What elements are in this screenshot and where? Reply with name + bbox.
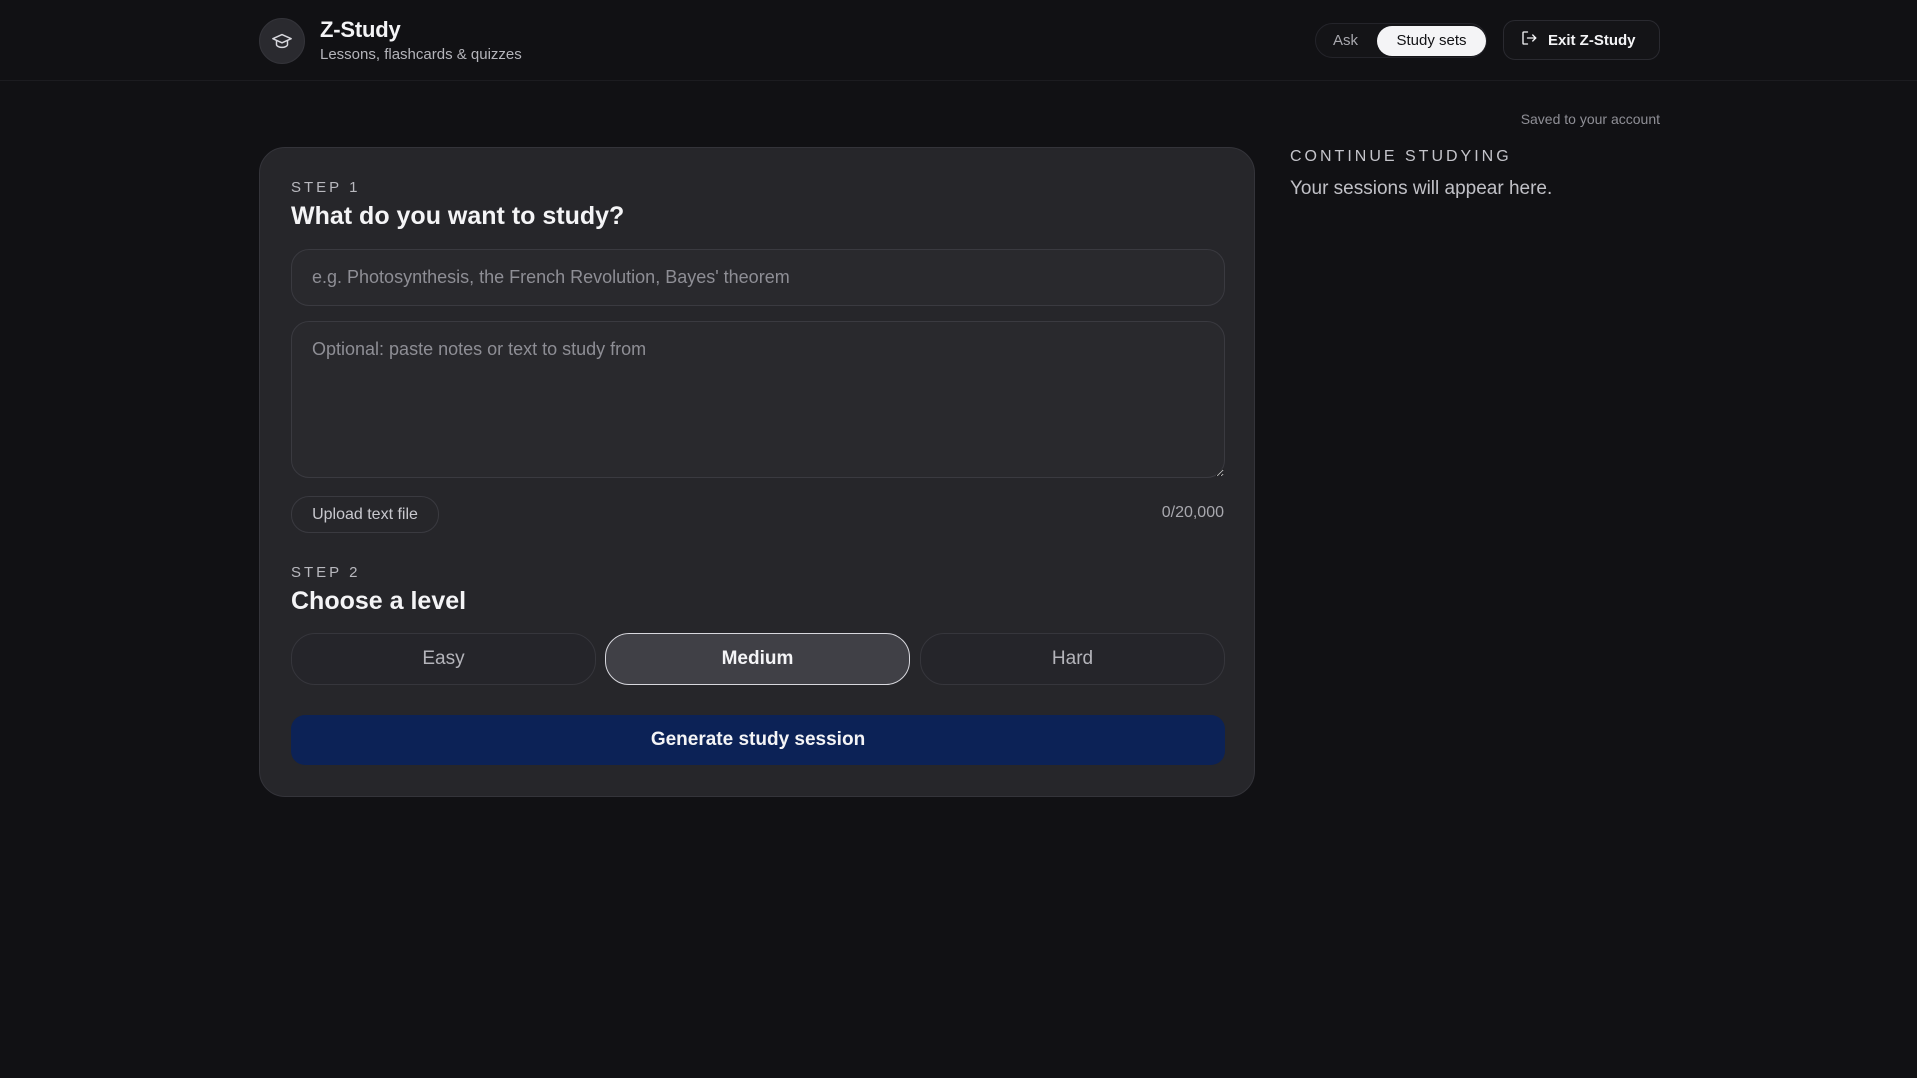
exit-button[interactable]: Exit Z-Study	[1503, 20, 1660, 60]
step1-label: STEP 1	[291, 179, 361, 196]
topic-input[interactable]	[291, 249, 1225, 306]
generate-study-session-button[interactable]: Generate study session	[291, 715, 1225, 765]
exit-label: Exit Z-Study	[1548, 31, 1636, 49]
app-title: Z-Study	[320, 17, 401, 42]
continue-studying-heading: CONTINUE STUDYING	[1290, 148, 1512, 165]
graduation-cap-icon	[259, 18, 305, 64]
level-easy-button[interactable]: Easy	[291, 633, 596, 685]
logout-icon	[1520, 29, 1538, 52]
nav-study-sets-tab[interactable]: Study sets	[1377, 26, 1486, 56]
upload-text-file-button[interactable]: Upload text file	[291, 496, 439, 533]
level-hard-button[interactable]: Hard	[920, 633, 1225, 685]
brand: Z-Study Lessons, flashcards & quizzes	[259, 18, 522, 64]
mode-switch: Ask Study sets	[1315, 23, 1487, 58]
notes-textarea[interactable]	[291, 321, 1225, 478]
brand-text: Z-Study Lessons, flashcards & quizzes	[320, 18, 522, 64]
step1-title: What do you want to study?	[291, 202, 625, 230]
character-count: 0/20,000	[1161, 504, 1224, 521]
nav-ask-tab[interactable]: Ask	[1333, 24, 1358, 57]
step2-title: Choose a level	[291, 587, 467, 615]
app-subtitle: Lessons, flashcards & quizzes	[320, 46, 522, 63]
step2-label: STEP 2	[291, 564, 361, 581]
study-setup-card: STEP 1 What do you want to study? Upload…	[259, 147, 1255, 797]
level-medium-button[interactable]: Medium	[605, 633, 910, 685]
top-bar: Z-Study Lessons, flashcards & quizzes As…	[0, 0, 1917, 81]
sessions-empty-state: Your sessions will appear here.	[1290, 178, 1553, 199]
saved-status: Saved to your account	[1520, 111, 1660, 127]
